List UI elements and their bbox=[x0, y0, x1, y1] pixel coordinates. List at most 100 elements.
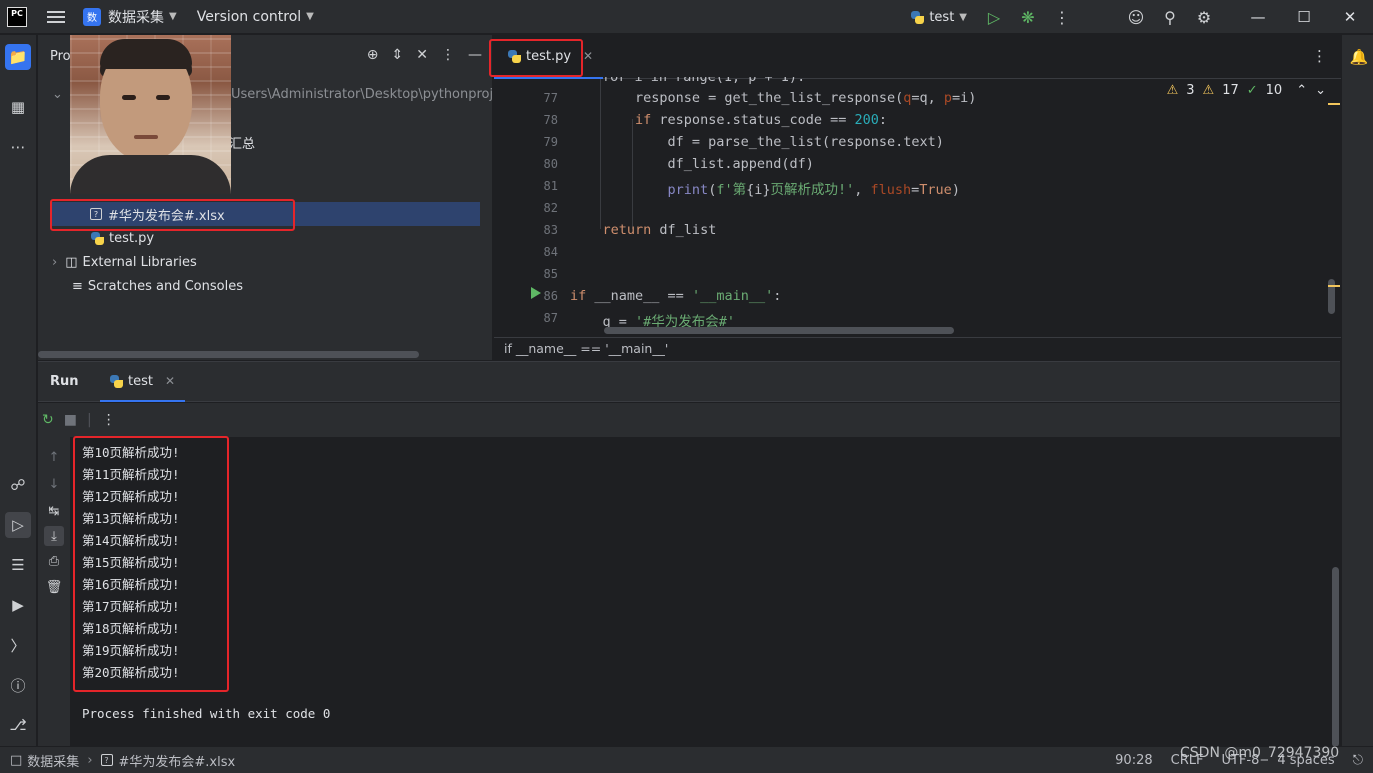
chevron-right-icon[interactable]: › bbox=[52, 255, 57, 270]
console-line: 第15页解析成功! bbox=[82, 555, 180, 570]
project-pane-title[interactable]: Pro bbox=[50, 49, 71, 64]
code-line-78[interactable]: if response.status_code == 200: bbox=[570, 112, 887, 128]
chevron-right-icon: › bbox=[87, 752, 93, 768]
more-options-icon[interactable]: ⋮ bbox=[102, 412, 116, 428]
inspections-widget[interactable]: ⚠ 3 ⚠ 17 ✓ 10 ⌃ ⌄ bbox=[1167, 83, 1326, 98]
arrow-up-icon[interactable]: ↑ bbox=[44, 447, 64, 467]
run-tab-label: test bbox=[128, 373, 153, 389]
lock-icon[interactable]: ⎋ bbox=[1353, 753, 1363, 768]
tree-item-xlsx[interactable]: ? #华为发布会#.xlsx bbox=[52, 202, 480, 226]
more-actions-icon[interactable]: ⋮ bbox=[1045, 0, 1079, 34]
add-user-icon[interactable]: ☺ bbox=[1119, 0, 1153, 34]
soft-wrap-icon[interactable]: ↹ bbox=[44, 501, 64, 521]
project-folder-icon[interactable]: 📁 bbox=[5, 44, 31, 70]
main-menu-icon[interactable] bbox=[47, 8, 65, 26]
maximize-button[interactable]: ☐ bbox=[1281, 0, 1327, 34]
python-icon bbox=[911, 10, 925, 24]
tree-item-scratches[interactable]: ≡ Scratches and Consoles bbox=[72, 274, 243, 298]
console-line: 第18页解析成功! bbox=[82, 621, 180, 636]
settings-gear-icon[interactable]: ⚙ bbox=[1187, 0, 1221, 34]
run-icon[interactable]: ▷ bbox=[977, 0, 1011, 34]
tab-test-py[interactable]: test.py ✕ bbox=[494, 35, 604, 79]
code-line-77[interactable]: response = get_the_list_response(q=q, p=… bbox=[570, 90, 976, 106]
scroll-to-end-icon[interactable]: ⤓ bbox=[44, 526, 64, 546]
locate-target-icon[interactable]: ⊕ bbox=[367, 47, 379, 63]
code-line-83[interactable]: return df_list bbox=[570, 222, 717, 238]
trash-icon[interactable]: 🗑 bbox=[44, 577, 64, 597]
code-line-79[interactable]: df = parse_the_list(response.text) bbox=[570, 134, 944, 150]
run-gutter-icon[interactable] bbox=[531, 287, 541, 299]
line-number: 82 bbox=[543, 201, 558, 215]
version-control-menu[interactable]: Version control bbox=[197, 9, 301, 25]
warning-marker[interactable] bbox=[1328, 103, 1340, 105]
title-bar: PC 数 数据采集 ▼ Version control ▼ test ▼ ▷ ❋… bbox=[0, 0, 1373, 34]
console-vertical-scrollbar[interactable] bbox=[1332, 567, 1339, 747]
pycharm-logo-icon[interactable]: PC bbox=[7, 6, 27, 27]
status-file[interactable]: #华为发布会#.xlsx bbox=[119, 751, 236, 770]
code-line-86[interactable]: if __name__ == '__main__': bbox=[570, 288, 781, 304]
git-icon[interactable]: ⎇ bbox=[5, 712, 31, 738]
options-icon[interactable]: ⋮ bbox=[441, 47, 455, 63]
layers-icon[interactable]: ☰ bbox=[5, 552, 31, 578]
rerun-icon[interactable]: ↻ bbox=[42, 412, 54, 428]
project-name[interactable]: 数据采集 bbox=[108, 7, 164, 27]
chevron-down-icon[interactable]: ▼ bbox=[306, 11, 314, 22]
console-line: 第13页解析成功! bbox=[82, 511, 180, 526]
problems-icon[interactable]: ⓘ bbox=[5, 672, 31, 698]
warning-icon: ⚠ bbox=[1166, 83, 1179, 98]
code-line-80[interactable]: df_list.append(df) bbox=[570, 156, 814, 172]
more-tools-icon[interactable]: ⋯ bbox=[5, 134, 31, 160]
editor-breadcrumb[interactable]: if __name__ == '__main__' bbox=[494, 337, 1341, 360]
project-badge-icon[interactable]: 数 bbox=[83, 7, 101, 26]
notifications-bell-icon[interactable]: 🔔 bbox=[1346, 44, 1372, 70]
tree-root-expander-icon[interactable]: ⌄ bbox=[52, 82, 63, 106]
run-panel: Run test ✕ ↻ ■ | ⋮ ↑ ↓ ↹ ⤓ ⎙ 🗑 第10页解析成功!… bbox=[38, 361, 1340, 747]
hide-pane-icon[interactable]: — bbox=[468, 47, 482, 63]
close-tab-icon[interactable]: ✕ bbox=[165, 374, 175, 388]
debug-icon[interactable]: ❋ bbox=[1011, 0, 1045, 34]
console-line: 第16页解析成功! bbox=[82, 577, 180, 592]
console-line: 第20页解析成功! bbox=[82, 665, 180, 680]
cursor-position[interactable]: 90:28 bbox=[1115, 753, 1152, 768]
code-editor: test.py ✕ ⋮ ⚠ 3 ⚠ 17 ✓ 10 ⌃ ⌄ 77 78 79 80 8… bbox=[493, 35, 1341, 360]
line-number: 84 bbox=[543, 245, 558, 259]
run-tab-test[interactable]: test ✕ bbox=[100, 362, 186, 402]
python-console-icon[interactable]: ☍ bbox=[5, 472, 31, 498]
library-icon: ◫ bbox=[65, 254, 78, 270]
next-highlight-icon[interactable]: ⌄ bbox=[1315, 83, 1326, 98]
collapse-all-icon[interactable]: ✕ bbox=[416, 47, 428, 63]
weak-warning-icon: ⚠ bbox=[1202, 83, 1215, 98]
search-icon[interactable]: ⚲ bbox=[1153, 0, 1187, 34]
line-number: 87 bbox=[543, 311, 558, 325]
structure-icon[interactable]: ▦ bbox=[5, 94, 31, 120]
services-icon[interactable]: ▶ bbox=[5, 592, 31, 618]
minimize-button[interactable]: — bbox=[1235, 0, 1281, 34]
horizontal-scrollbar[interactable] bbox=[38, 351, 419, 358]
console-line: 第17页解析成功! bbox=[82, 599, 180, 614]
right-tool-window-bar: 🔔 bbox=[1341, 35, 1373, 746]
expand-all-icon[interactable]: ⇕ bbox=[392, 47, 404, 63]
close-tab-icon[interactable]: ✕ bbox=[583, 49, 593, 63]
arrow-down-icon[interactable]: ↓ bbox=[44, 474, 64, 494]
weak-warning-count: 17 bbox=[1222, 83, 1239, 98]
code-line-81[interactable]: print(f'第{i}页解析成功!', flush=True) bbox=[570, 178, 960, 198]
run-side-toolbar: ↑ ↓ ↹ ⤓ ⎙ 🗑 bbox=[38, 437, 70, 747]
tree-item-external-libraries[interactable]: › ◫ External Libraries bbox=[52, 250, 197, 274]
tree-item-label: test.py bbox=[109, 230, 155, 246]
line-number: 86 bbox=[543, 289, 558, 303]
tab-options-icon[interactable]: ⋮ bbox=[1312, 47, 1327, 65]
close-window-button[interactable]: ✕ bbox=[1327, 0, 1373, 34]
terminal-icon[interactable]: 〉 bbox=[5, 632, 31, 658]
status-project[interactable]: 数据采集 bbox=[27, 751, 79, 770]
run-tool-icon[interactable]: ▷ bbox=[5, 512, 31, 538]
watermark: CSDN @m0_72947390 bbox=[1180, 745, 1340, 761]
previous-highlight-icon[interactable]: ⌃ bbox=[1296, 83, 1307, 98]
editor-horizontal-scrollbar[interactable] bbox=[604, 327, 954, 334]
print-icon[interactable]: ⎙ bbox=[44, 551, 64, 571]
run-config-selector[interactable]: test ▼ bbox=[911, 10, 967, 25]
chevron-down-icon[interactable]: ▼ bbox=[169, 11, 177, 22]
stop-icon[interactable]: ■ bbox=[64, 412, 77, 428]
run-toolbar: ↻ ■ | ⋮ bbox=[38, 403, 1340, 437]
tree-item-test-py[interactable]: test.py bbox=[91, 226, 154, 250]
warning-marker[interactable] bbox=[1328, 285, 1340, 287]
